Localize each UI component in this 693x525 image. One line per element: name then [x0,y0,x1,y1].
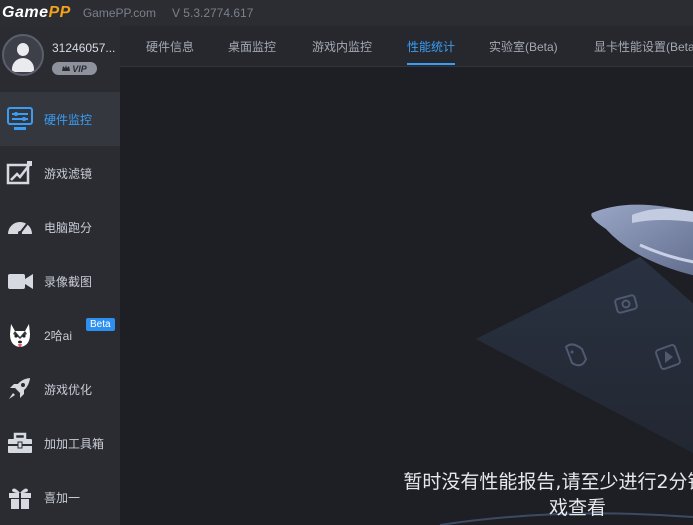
sidebar-item-label: 游戏滤镜 [44,167,93,181]
sidebar-item-game-optimize[interactable]: 游戏优化 [0,362,120,416]
sidebar-item-game-filter[interactable]: 游戏滤镜 [0,146,120,200]
site-url: GamePP.com [82,6,156,20]
sidebar-item-recording[interactable]: 录像截图 [0,254,120,308]
empty-state-line-2: 戏查看 [548,497,606,519]
avatar[interactable] [2,34,44,76]
tab-gpu-settings[interactable]: 显卡性能设置(Beta [594,38,693,55]
empty-state-message: 暂时没有性能报告,请至少进行2分钟 戏查看 [375,469,693,521]
vip-badge: VIP [52,62,97,75]
benchmark-gauge-icon [8,222,32,235]
app-window: GamePP GamePP.com V 5.3.2774.617 3124605… [0,0,693,525]
sidebar-item-label: 游戏优化 [44,383,93,397]
sidebar-item-label: 加加工具箱 [44,437,105,451]
tab-hardware-info[interactable]: 硬件信息 [146,38,194,55]
title-bar: GamePP GamePP.com V 5.3.2774.617 [0,0,693,26]
tab-ingame-monitor[interactable]: 游戏内监控 [312,38,372,55]
sidebar-item-label: 硬件监控 [44,113,93,127]
sidebar-item-label: 录像截图 [44,275,93,289]
video-camera-icon [8,274,33,289]
tab-desktop-monitor[interactable]: 桌面监控 [228,38,276,55]
sidebar-item-benchmark[interactable]: 电脑跑分 [0,200,120,254]
toolbox-icon [8,432,32,453]
sidebar-item-hardware-monitor[interactable]: 硬件监控 [0,92,120,146]
active-tab-indicator [407,63,455,65]
top-tabs: 硬件信息 桌面监控 游戏内监控 性能统计 实验室(Beta) 显卡性能设置(Be… [120,26,693,67]
sidebar-item-husky-ai[interactable]: 2哈ai Beta [0,308,120,362]
sidebar-item-label: 2哈ai [44,329,73,343]
hardware-monitor-icon [7,107,33,130]
empty-state-illustration [439,204,693,525]
tab-lab[interactable]: 实验室(Beta) [489,38,558,55]
sidebar-item-toolbox[interactable]: 加加工具箱 [0,416,120,470]
main-content: 暂时没有性能报告,请至少进行2分钟 戏查看 [120,67,693,525]
game-filter-icon [6,161,32,185]
rocket-icon [9,378,30,399]
username: 31246057... [52,41,116,55]
user-profile[interactable]: 31246057... VIP [0,26,120,92]
sidebar-item-label: 电脑跑分 [44,221,93,235]
crown-icon [62,65,71,71]
empty-state-line-1: 暂时没有性能报告,请至少进行2分钟 [403,471,693,493]
sidebar-item-label: 喜加一 [44,491,81,505]
beta-badge: Beta [86,318,115,331]
sidebar: 31246057... VIP 硬件监控 游戏滤镜 电脑跑分 录像截图 2哈ai… [0,26,120,525]
tab-performance-stats[interactable]: 性能统计 [407,38,455,55]
gift-icon [9,488,31,509]
husky-icon [10,324,30,347]
app-logo: GamePP [2,4,71,21]
app-version: V 5.3.2774.617 [171,6,254,20]
sidebar-item-free-games[interactable]: 喜加一 [0,470,120,524]
